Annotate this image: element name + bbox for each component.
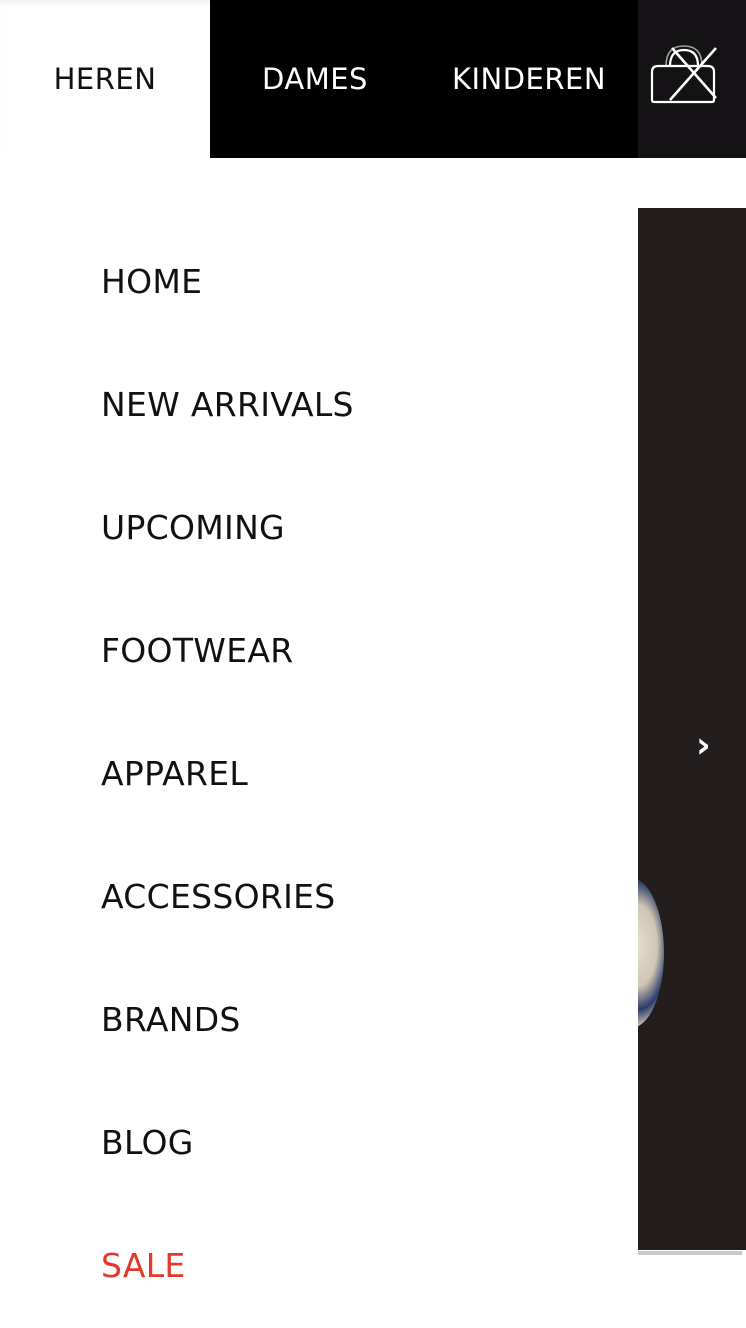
nav-drawer: HEREN DAMES KINDEREN HOME NEW ARRIVALS U… [0,0,638,1328]
menu-item-new-arrivals[interactable]: NEW ARRIVALS [101,374,354,434]
menu-item-apparel[interactable]: APPAREL [101,743,248,803]
tab-heren[interactable]: HEREN [0,0,210,158]
hero-banner: › [638,208,746,1250]
hero-product-image [638,878,664,1028]
menu-item-brands[interactable]: BRANDS [101,989,241,1049]
background-header [638,0,746,158]
menu-item-blog[interactable]: BLOG [101,1112,194,1172]
menu-item-upcoming[interactable]: UPCOMING [101,497,285,557]
hero-next-arrow-icon[interactable]: › [696,728,711,764]
menu-item-accessories[interactable]: ACCESSORIES [101,866,336,926]
tab-dames[interactable]: DAMES [210,0,420,158]
menu-item-sale[interactable]: SALE [101,1235,186,1295]
hero-scroll-indicator [638,1251,742,1255]
tab-kinderen[interactable]: KINDEREN [420,0,638,158]
close-icon [650,45,717,104]
page: › HEREN DAMES KINDEREN HOME NEW ARRIVALS… [0,0,746,1328]
gender-tabs: HEREN DAMES KINDEREN [0,0,638,158]
close-menu-button[interactable] [646,42,722,106]
background-page: › [638,0,746,1328]
menu-item-home[interactable]: HOME [101,251,202,311]
menu-item-footwear[interactable]: FOOTWEAR [101,620,293,680]
